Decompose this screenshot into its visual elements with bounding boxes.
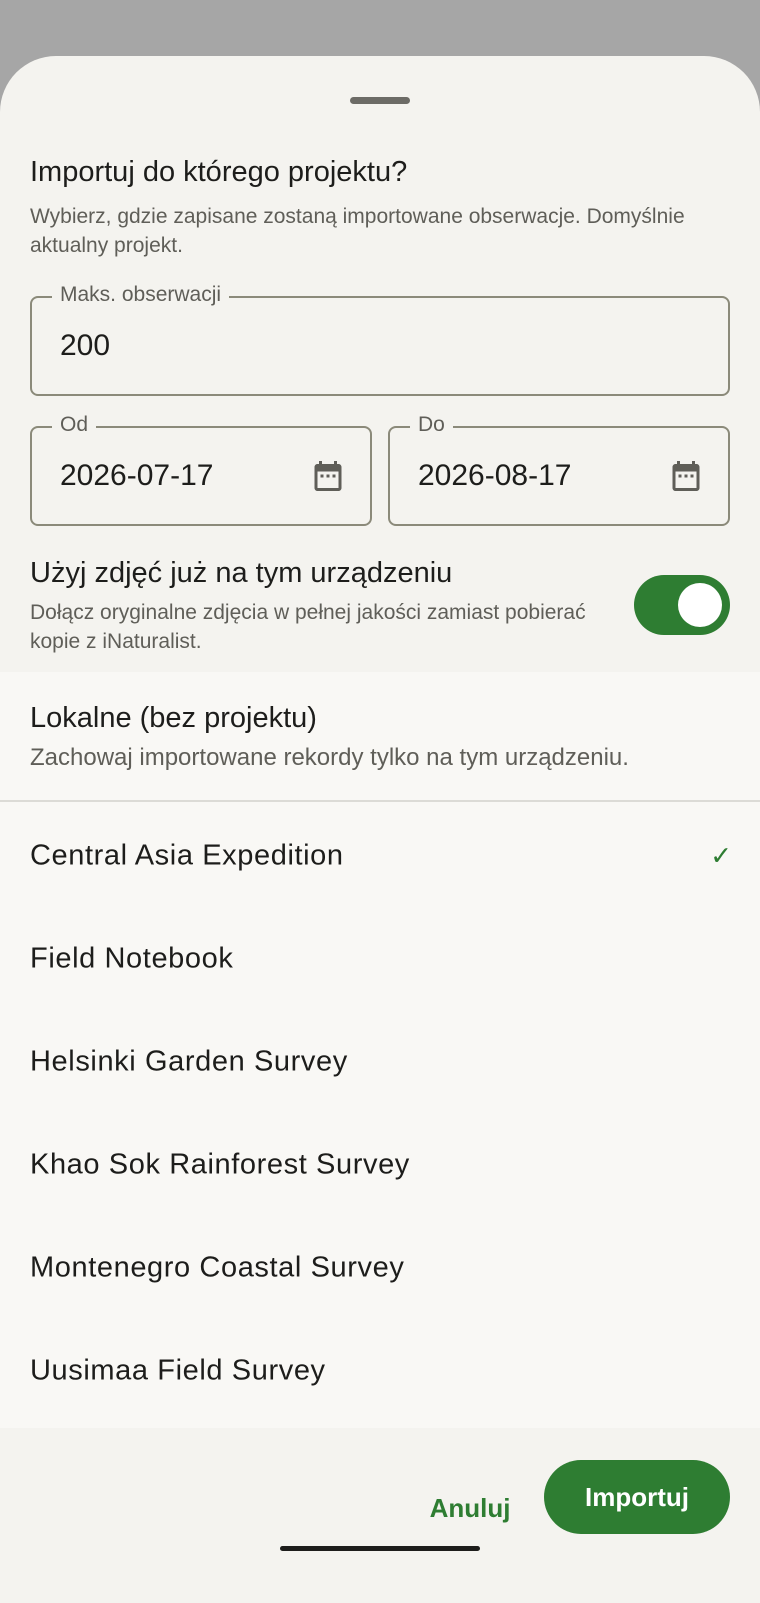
date-to-field[interactable]: Do 2026-08-17 (388, 413, 730, 526)
cancel-button[interactable]: Anuluj (420, 1484, 520, 1532)
local-option-description: Zachowaj importowane rekordy tylko na ty… (30, 744, 629, 771)
max-observations-label: Maks. obserwacji (52, 283, 230, 307)
local-option-title: Lokalne (bez projektu) (30, 702, 317, 734)
check-icon: ✓ (710, 840, 732, 870)
dialog-actions: Anuluj Importuj (0, 1428, 760, 1603)
bottom-sheet: Importuj do którego projektu? Wybierz, g… (0, 56, 760, 1603)
toggle-knob (678, 583, 722, 627)
project-item[interactable]: Khao Sok Rainforest Survey (0, 1113, 760, 1216)
date-to-label: Do (410, 413, 453, 437)
project-name: Uusimaa Field Survey (30, 1354, 326, 1386)
use-device-photos-title: Użyj zdjęć już na tym urządzeniu (30, 557, 453, 589)
date-from-value[interactable]: 2026-07-17 (60, 459, 213, 493)
project-name: Helsinki Garden Survey (30, 1045, 348, 1077)
use-device-photos-description: Dołącz oryginalne zdjęcia w pełnej jakoś… (30, 601, 586, 653)
project-name: Central Asia Expedition (30, 839, 344, 871)
local-option[interactable]: Lokalne (bez projektu) Zachowaj importow… (0, 672, 760, 802)
date-to-value[interactable]: 2026-08-17 (418, 459, 571, 493)
gesture-nav-bar[interactable] (280, 1546, 480, 1551)
import-button[interactable]: Importuj (544, 1460, 730, 1534)
project-list: Lokalne (bez projektu) Zachowaj importow… (0, 672, 760, 1428)
project-item[interactable]: Field Notebook (0, 907, 760, 1010)
dialog-subtitle: Wybierz, gdzie zapisane zostaną importow… (30, 205, 685, 257)
calendar-icon[interactable] (668, 457, 704, 495)
project-item[interactable]: Central Asia Expedition ✓ (0, 804, 760, 907)
project-name: Montenegro Coastal Survey (30, 1251, 405, 1283)
calendar-icon[interactable] (310, 457, 346, 495)
project-item[interactable]: Uusimaa Field Survey (0, 1319, 760, 1422)
project-item[interactable]: Helsinki Garden Survey (0, 1010, 760, 1113)
max-observations-value[interactable]: 200 (60, 329, 110, 363)
date-from-field[interactable]: Od 2026-07-17 (30, 413, 372, 526)
dialog-title: Importuj do którego projektu? (30, 156, 408, 188)
date-from-label: Od (52, 413, 97, 437)
project-item[interactable]: Montenegro Coastal Survey (0, 1216, 760, 1319)
drag-handle[interactable] (350, 97, 410, 104)
use-device-photos-toggle[interactable] (634, 575, 730, 635)
project-name: Khao Sok Rainforest Survey (30, 1148, 410, 1180)
project-name: Field Notebook (30, 942, 234, 974)
max-observations-field[interactable]: Maks. obserwacji 200 (30, 283, 730, 396)
